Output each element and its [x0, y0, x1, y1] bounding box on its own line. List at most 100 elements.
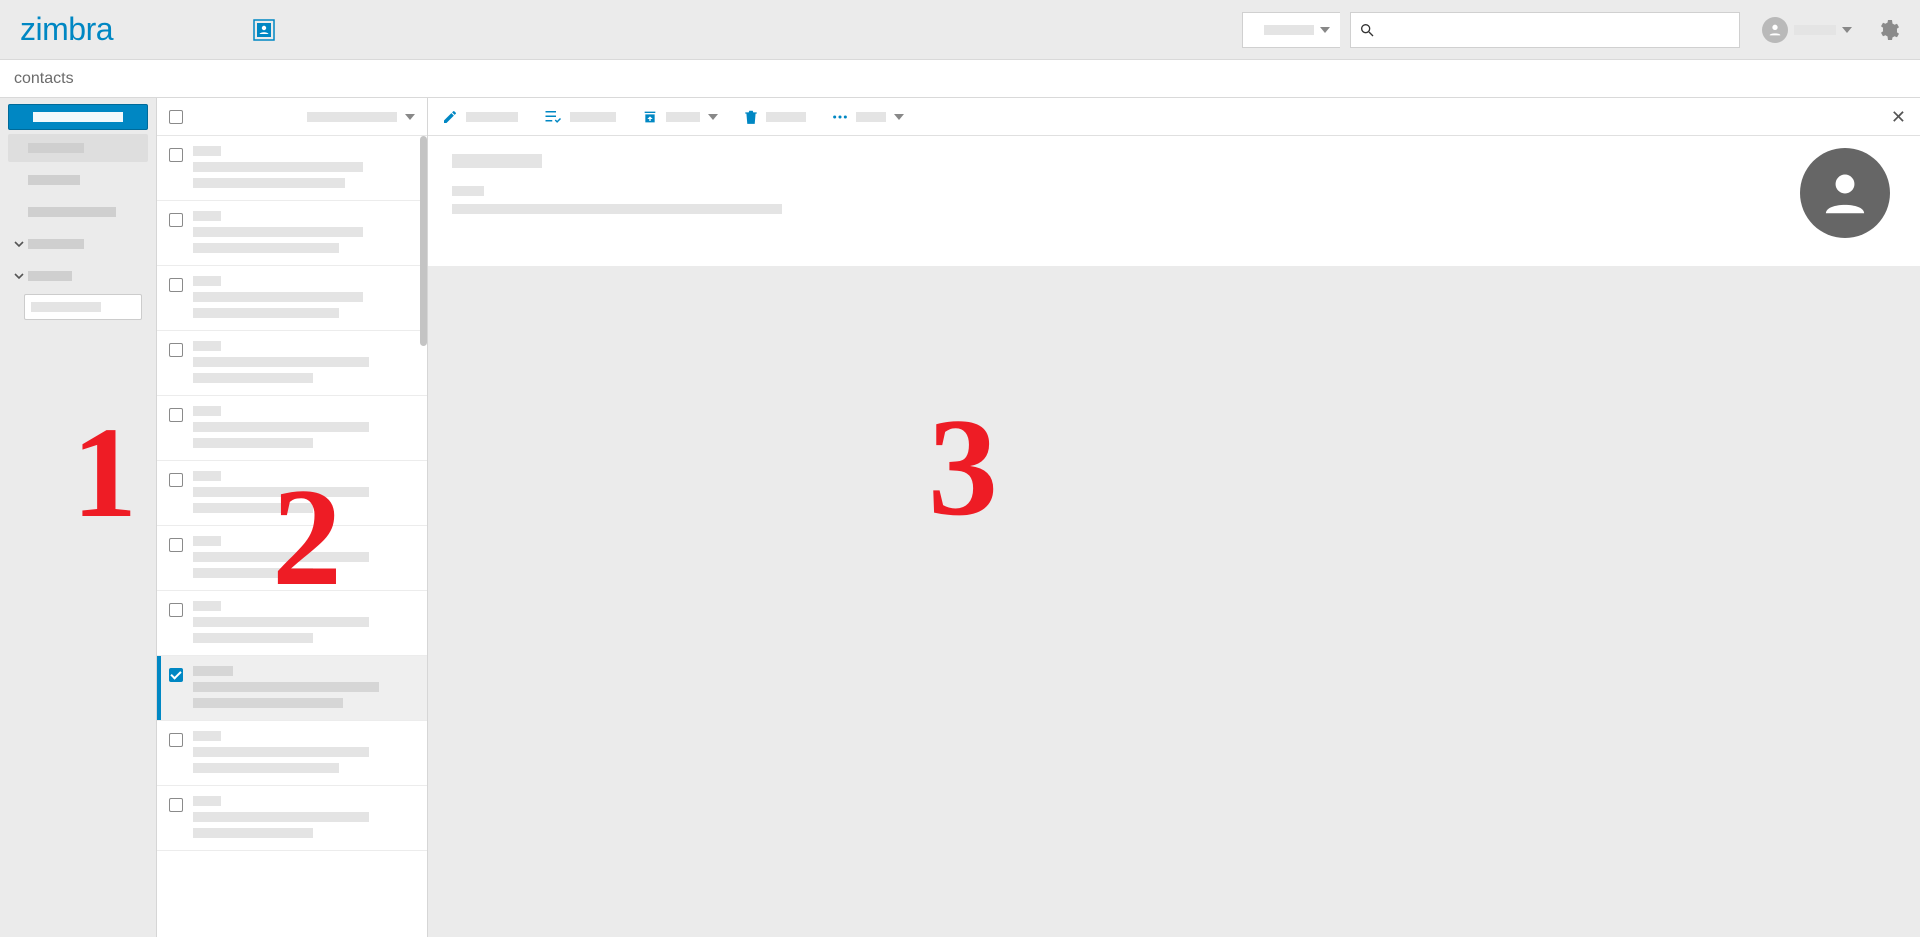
list-item[interactable] — [157, 786, 427, 851]
delete-label — [766, 112, 806, 122]
assign-list-button[interactable] — [544, 109, 616, 125]
user-name — [1794, 25, 1836, 35]
list-item-body — [193, 666, 413, 708]
select-all-checkbox[interactable] — [169, 110, 183, 124]
list-item-line3 — [193, 308, 339, 318]
list-item-line2 — [193, 422, 369, 432]
chevron-down-icon — [405, 114, 415, 120]
contact-list: 2 — [156, 98, 428, 937]
edit-button[interactable] — [442, 109, 518, 125]
list-item-body — [193, 731, 413, 773]
list-item-line2 — [193, 227, 363, 237]
sidebar-item[interactable] — [8, 262, 148, 290]
list-item[interactable] — [157, 331, 427, 396]
chevron-down-icon — [14, 236, 24, 252]
list-item-line1 — [193, 146, 221, 156]
contacts-app-icon[interactable] — [253, 19, 275, 41]
list-item-checkbox[interactable] — [169, 733, 183, 747]
list-item-line2 — [193, 552, 369, 562]
list-item-line1 — [193, 601, 221, 611]
sidebar-item[interactable] — [8, 230, 148, 258]
list-item-line3 — [193, 828, 313, 838]
sidebar-item-label — [28, 207, 116, 217]
more-actions-button[interactable] — [832, 112, 904, 122]
list-header — [157, 98, 427, 136]
list-item-line3 — [193, 178, 345, 188]
list-item-checkbox[interactable] — [169, 538, 183, 552]
close-panel-button[interactable]: ✕ — [1891, 108, 1906, 126]
user-menu[interactable] — [1762, 17, 1852, 43]
list-sort-select[interactable] — [307, 112, 415, 122]
list-item-body — [193, 276, 413, 318]
move-button[interactable] — [642, 109, 718, 125]
sidebar-item[interactable] — [8, 134, 148, 162]
new-contact-label — [33, 112, 123, 122]
list-item-line3 — [193, 373, 313, 383]
sidebar: 1 — [0, 98, 156, 937]
list-item[interactable] — [157, 136, 427, 201]
list-item-line1 — [193, 406, 221, 416]
search-scope-label — [1264, 25, 1314, 35]
sidebar-item-label — [28, 239, 84, 249]
list-item-checkbox[interactable] — [169, 343, 183, 357]
new-contact-button[interactable] — [8, 104, 148, 130]
list-item-line2 — [193, 162, 363, 172]
list-item-checkbox[interactable] — [169, 603, 183, 617]
list-item[interactable] — [157, 591, 427, 656]
list-item-body — [193, 406, 413, 448]
list-item[interactable] — [157, 526, 427, 591]
sidebar-item-label — [28, 143, 84, 153]
sidebar-tag-input[interactable] — [24, 294, 142, 320]
user-avatar-icon — [1762, 17, 1788, 43]
chevron-down-icon — [1842, 27, 1852, 33]
delete-button[interactable] — [744, 109, 806, 125]
list-item-checkbox[interactable] — [169, 473, 183, 487]
list-item-checkbox[interactable] — [169, 798, 183, 812]
list-item-line3 — [193, 568, 313, 578]
list-item-line2 — [193, 747, 369, 757]
chevron-down-icon — [708, 114, 718, 120]
app-logo[interactable]: zimbra — [20, 11, 113, 48]
list-item-line3 — [193, 438, 313, 448]
annotation-3: 3 — [928, 398, 998, 538]
chevron-down-icon — [14, 268, 24, 284]
archive-icon — [642, 109, 658, 125]
list-item-checkbox[interactable] — [169, 148, 183, 162]
list-item-line3 — [193, 698, 343, 708]
list-scroll-area[interactable] — [157, 136, 427, 937]
sidebar-item-label — [28, 271, 72, 281]
list-item-line2 — [193, 617, 369, 627]
list-item[interactable] — [157, 656, 427, 721]
list-item-checkbox[interactable] — [169, 213, 183, 227]
contact-name — [452, 154, 542, 168]
list-item-line1 — [193, 341, 221, 351]
list-item-line3 — [193, 503, 313, 513]
search-scope-select[interactable] — [1242, 12, 1340, 48]
list-item-checkbox[interactable] — [169, 668, 183, 682]
list-item-body — [193, 471, 413, 513]
list-item-line2 — [193, 487, 369, 497]
search-input[interactable] — [1381, 13, 1731, 47]
list-item-checkbox[interactable] — [169, 408, 183, 422]
move-label — [666, 112, 700, 122]
list-item-line2 — [193, 357, 369, 367]
sidebar-item[interactable] — [8, 198, 148, 226]
list-item[interactable] — [157, 201, 427, 266]
search-icon — [1359, 22, 1375, 38]
list-item-line1 — [193, 276, 221, 286]
settings-gear-icon[interactable] — [1876, 18, 1900, 42]
list-item[interactable] — [157, 266, 427, 331]
list-item[interactable] — [157, 461, 427, 526]
top-header: zimbra — [0, 0, 1920, 60]
list-sort-label — [307, 112, 397, 122]
sidebar-tag-value — [31, 302, 101, 312]
list-item[interactable] — [157, 721, 427, 786]
chevron-down-icon — [1320, 27, 1330, 33]
list-check-icon — [544, 109, 562, 125]
sidebar-item[interactable] — [8, 166, 148, 194]
list-item-line1 — [193, 211, 221, 221]
dots-icon — [832, 114, 848, 120]
list-item-body — [193, 146, 413, 188]
list-item-checkbox[interactable] — [169, 278, 183, 292]
list-item[interactable] — [157, 396, 427, 461]
